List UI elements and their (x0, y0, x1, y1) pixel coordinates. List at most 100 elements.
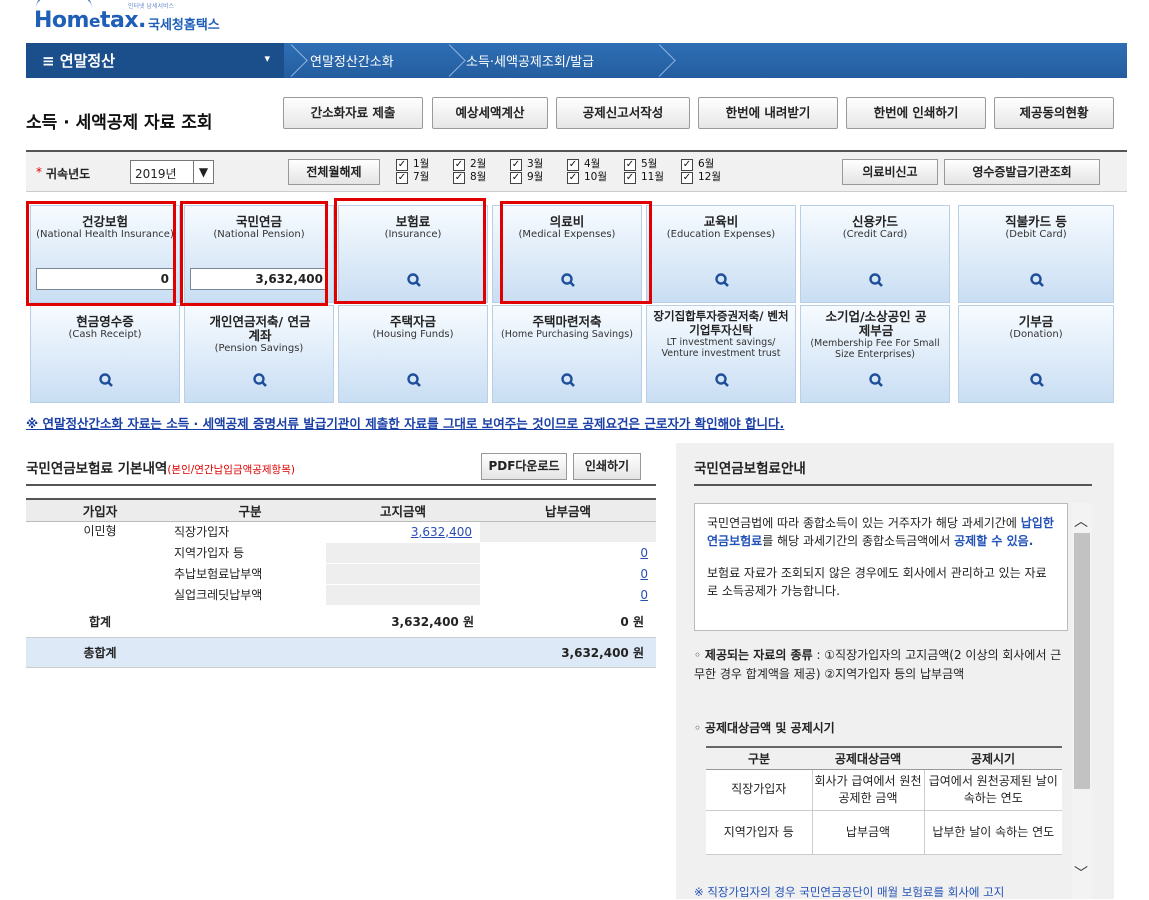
guide-bullet-data-types: ◦ 제공되는 자료의 종류 : ①직장가입자의 고지금액(2 이상의 회사에서 … (694, 648, 1062, 681)
simplified-data-notice[interactable]: ※ 연말정산간소화 자료는 소득 · 세액공제 증명서류 발급기관이 제출한 자… (26, 413, 784, 432)
search-icon[interactable] (98, 372, 114, 388)
cell: 급여에서 원천공제된 날이 속하는 연도 (923, 769, 1062, 811)
scroll-down-icon[interactable]: ﹀ (1074, 863, 1088, 883)
highlight-box (26, 201, 176, 306)
cell: 직장가입자 (706, 769, 812, 811)
grand-label: 총합계 (26, 637, 174, 668)
month-label: 8월 (470, 171, 487, 183)
tile-donation[interactable]: 기부금 (Donation) (958, 305, 1114, 403)
row-type: 지역가입자 등 (174, 542, 326, 564)
month-checkbox-3[interactable]: ✓ (510, 159, 522, 171)
grand-value: 3,632,400 원 (326, 637, 656, 668)
chevron-right-icon (288, 43, 306, 78)
month-checkbox-7[interactable]: ✓ (396, 172, 408, 184)
month-checkbox-6[interactable]: ✓ (681, 159, 693, 171)
notice-amount (326, 542, 480, 564)
search-icon[interactable] (868, 372, 884, 388)
year-value: 2019년 (135, 167, 177, 181)
guide-title: 국민연금보험료안내 (694, 461, 806, 477)
tile-housing-funds[interactable]: 주택자금 (Housing Funds) (338, 305, 488, 403)
search-icon[interactable] (868, 272, 884, 288)
search-icon[interactable] (406, 372, 422, 388)
row-type: 실업크레딧납부액 (174, 584, 326, 606)
month-checkbox-4[interactable]: ✓ (567, 159, 579, 171)
download-all-button[interactable]: 한번에 내려받기 (698, 97, 838, 129)
month-label: 9월 (527, 171, 544, 183)
print-all-button[interactable]: 한번에 인쇄하기 (846, 97, 986, 129)
paid-amount-link[interactable]: 0 (480, 563, 656, 585)
logo-brand: Hometax. (34, 8, 146, 33)
tile-title: 개인연금저축/ 연금계좌 (209, 314, 311, 343)
month-checkbox-11[interactable]: ✓ (624, 172, 636, 184)
notice-amount-link[interactable]: 3,632,400 (326, 521, 480, 543)
crumb-deduction-lookup[interactable]: 소득·세액공제조회/발급 (466, 51, 594, 70)
month-checkbox-2[interactable]: ✓ (453, 159, 465, 171)
pdf-download-button[interactable]: PDF다운로드 (481, 453, 567, 480)
month-checkbox-1[interactable]: ✓ (396, 159, 408, 171)
tile-education-expenses[interactable]: 교육비 (Education Expenses) (646, 205, 796, 303)
deduction-form-button[interactable]: 공제신고서작성 (556, 97, 690, 129)
tile-title: 신용카드 (851, 214, 898, 229)
highlight-box (500, 201, 652, 304)
year-label: 귀속년도 (46, 167, 91, 181)
pension-guide-panel: 국민연금보험료안내 국민연금법에 따라 종합소득이 있는 거주자가 해당 과세기… (676, 443, 1114, 899)
tile-pension-savings[interactable]: 개인연금저축/ 연금계좌 (Pension Savings) (184, 305, 334, 403)
year-select[interactable]: 2019년 ▼ (130, 160, 214, 184)
tile-subtitle: (Home Purchasing Savings) (501, 329, 633, 340)
search-icon[interactable] (560, 372, 576, 388)
scroll-up-icon[interactable]: ︿ (1074, 511, 1088, 531)
pension-table: 가입자 구분 고지금액 납부금액 이민형 직장가입자 3,632,400 지역가… (26, 498, 656, 668)
menu-year-end-settlement[interactable]: ≡ 연말정산 ▾ (26, 43, 284, 78)
search-icon[interactable] (714, 272, 730, 288)
tile-small-enterprise-fee[interactable]: 소기업/소상공인 공제부금 (Membership Fee For Small … (800, 305, 950, 403)
cell: 납부한 날이 속하는 연도 (923, 810, 1062, 855)
tile-subtitle: (Donation) (1009, 329, 1063, 340)
search-icon[interactable] (714, 372, 730, 388)
tile-title: 교육비 (703, 214, 739, 229)
month-checkbox-9[interactable]: ✓ (510, 172, 522, 184)
house-roof-icon (36, 0, 92, 8)
tile-lt-investment-savings[interactable]: 장기집합투자증권저축/ 벤처기업투자신탁 LT investment savin… (646, 305, 796, 403)
row-type: 추납보험료납부액 (174, 563, 326, 585)
breadcrumb-nav: ≡ 연말정산 ▾ 연말정산간소화 소득·세액공제조회/발급 (26, 43, 1127, 78)
tile-subtitle: (Pension Savings) (214, 343, 304, 354)
tile-home-purchasing-savings[interactable]: 주택마련저축 (Home Purchasing Savings) (492, 305, 642, 403)
month-checkbox-10[interactable]: ✓ (567, 172, 579, 184)
month-checkbox-5[interactable]: ✓ (624, 159, 636, 171)
col-header: 공제대상금액 (812, 746, 924, 770)
cell: 지역가입자 등 (706, 810, 812, 855)
crumb-simplified-settlement[interactable]: 연말정산간소화 (310, 51, 394, 70)
uncheck-all-months-button[interactable]: 전체월해제 (288, 159, 380, 185)
tile-subtitle: LT investment savings/ Venture investmen… (661, 337, 781, 359)
month-checkbox-12[interactable]: ✓ (681, 172, 693, 184)
cell: 회사가 급여에서 원천공제한 금액 (811, 769, 924, 811)
search-icon[interactable] (1029, 272, 1045, 288)
paid-amount-link[interactable]: 0 (480, 584, 656, 606)
chevron-down-icon: ▼ (193, 161, 213, 183)
notice-amount (326, 584, 480, 606)
col-header: 구분 (706, 746, 812, 770)
row-type: 직장가입자 (174, 521, 326, 543)
scrollbar-thumb[interactable] (1074, 533, 1090, 789)
scrollbar[interactable] (1072, 503, 1092, 899)
month-checkbox-8[interactable]: ✓ (453, 172, 465, 184)
issuer-lookup-button[interactable]: 영수증발급기관조회 (944, 159, 1100, 185)
chevron-right-icon (446, 43, 464, 78)
consent-status-button[interactable]: 제공동의현황 (994, 97, 1114, 129)
month-label: 7월 (413, 171, 430, 183)
tile-credit-card[interactable]: 신용카드 (Credit Card) (800, 205, 950, 303)
search-icon[interactable] (1029, 372, 1045, 388)
submit-simplified-data-button[interactable]: 간소화자료 제출 (283, 97, 423, 129)
paid-amount-link[interactable]: 0 (480, 542, 656, 564)
tile-debit-card[interactable]: 직불카드 등 (Debit Card) (958, 205, 1114, 303)
page-title: 소득 · 세액공제 자료 조회 (26, 113, 213, 133)
search-icon[interactable] (252, 372, 268, 388)
print-button[interactable]: 인쇄하기 (573, 453, 641, 480)
required-mark: * (36, 165, 42, 179)
notice-amount (326, 563, 480, 585)
tile-cash-receipt[interactable]: 현금영수증 (Cash Receipt) (30, 305, 180, 403)
medical-report-button[interactable]: 의료비신고 (842, 159, 938, 185)
estimated-tax-button[interactable]: 예상세액계산 (432, 97, 548, 129)
col-header: 구분 (174, 498, 326, 522)
tile-title: 기부금 (1018, 314, 1054, 329)
